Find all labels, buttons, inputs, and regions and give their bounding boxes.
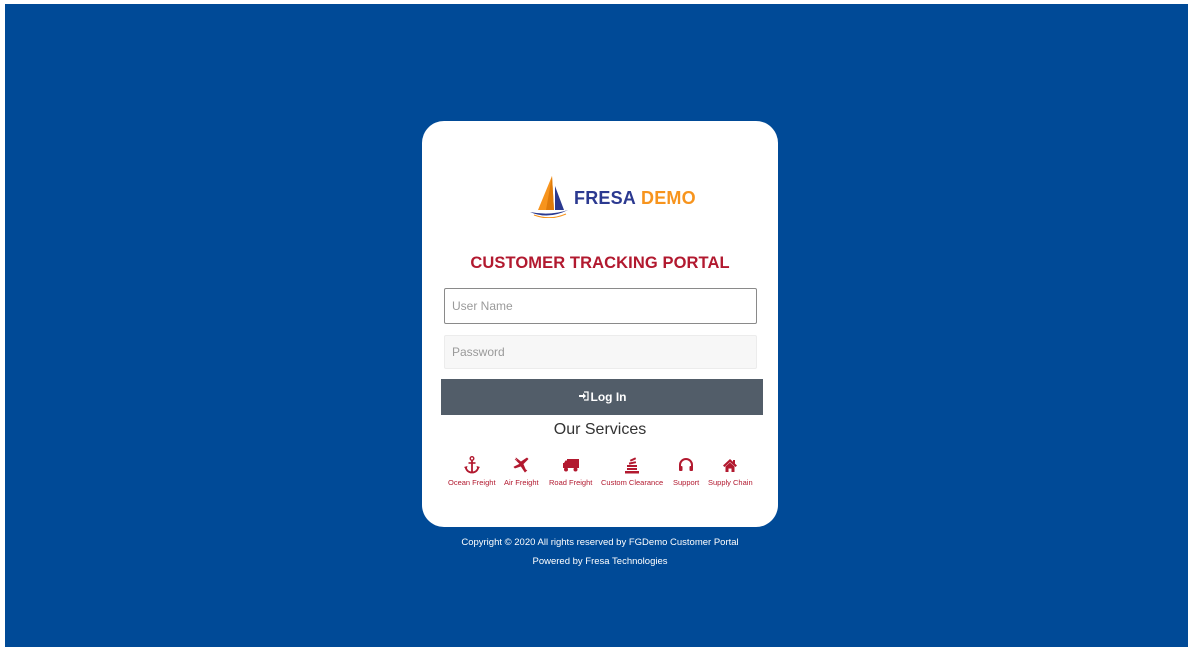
portal-title: CUSTOMER TRACKING PORTAL [470, 254, 730, 272]
truck-icon [562, 456, 580, 474]
footer-powered-by: Powered by Fresa Technologies [532, 556, 668, 567]
headset-icon [678, 456, 694, 474]
service-label: Road Freight [549, 478, 593, 487]
service-support[interactable]: Support [673, 456, 699, 487]
sign-in-icon [578, 390, 589, 404]
login-button-label: Log In [590, 390, 627, 404]
service-supply-chain[interactable]: Supply Chain [708, 456, 753, 487]
service-road-freight[interactable]: Road Freight [549, 456, 592, 487]
service-label: Ocean Freight [448, 478, 496, 487]
footer-copyright: Copyright © 2020 All rights reserved by … [461, 537, 739, 548]
service-air-freight[interactable]: Air Freight [504, 456, 539, 487]
plane-icon [513, 456, 529, 474]
login-button[interactable]: Log In [441, 379, 763, 415]
service-custom-clearance[interactable]: Custom Clearance [601, 456, 663, 487]
services-title: Our Services [553, 421, 647, 438]
service-label: Custom Clearance [601, 478, 664, 487]
sailboat-logo-icon [528, 174, 570, 218]
brand-name: FRESA DEMO [574, 188, 696, 209]
service-label: Supply Chain [708, 478, 753, 487]
service-ocean-freight[interactable]: Ocean Freight [448, 456, 496, 487]
anchor-icon [463, 456, 480, 474]
service-label: Support [673, 478, 700, 487]
home-icon [722, 456, 738, 474]
service-label: Air Freight [504, 478, 539, 487]
brand-name-part2: DEMO [641, 187, 696, 208]
brand-logo: FRESA DEMO [528, 174, 696, 218]
password-input[interactable] [444, 335, 757, 369]
username-input[interactable] [444, 288, 757, 324]
brand-name-part1: FRESA [574, 187, 637, 208]
stack-icon [624, 456, 640, 474]
